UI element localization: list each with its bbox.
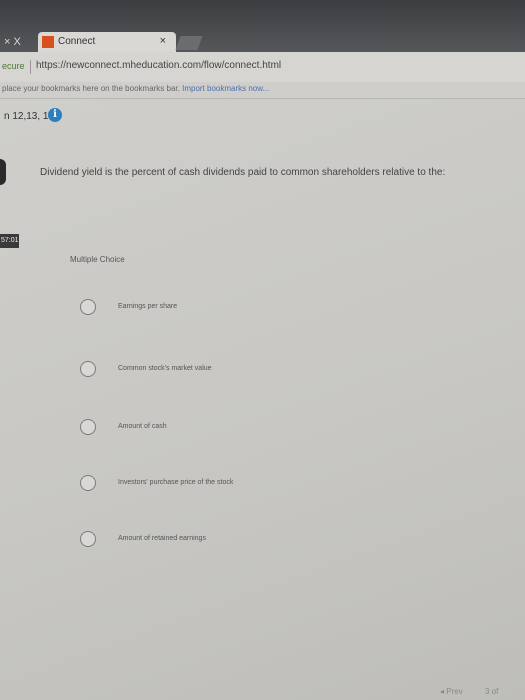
answer-option-2[interactable]: Common stock's market value <box>80 361 440 381</box>
import-bookmarks-link[interactable]: Import bookmarks now... <box>182 84 269 93</box>
browser-tab-bar: × X Connect × <box>0 0 525 52</box>
page-count: 3 of <box>485 687 499 696</box>
answer-label: Amount of retained earnings <box>118 535 206 542</box>
radio-button[interactable] <box>80 419 96 435</box>
quiz-page: n 12,13, 14 i Dividend yield is the perc… <box>0 99 525 700</box>
radio-button[interactable] <box>80 299 96 315</box>
previous-tab[interactable]: × X <box>0 33 42 52</box>
tab-close-icon[interactable]: × <box>160 35 166 47</box>
answer-label: Earnings per share <box>118 303 178 310</box>
question-prompt: Dividend yield is the percent of cash di… <box>40 167 446 178</box>
answer-option-4[interactable]: Investors' purchase price of the stock <box>80 475 440 495</box>
answer-option-5[interactable]: Amount of retained earnings <box>80 531 440 551</box>
tab-title: Connect <box>58 36 96 47</box>
address-bar[interactable]: ecure https://newconnect.mheducation.com… <box>0 52 525 83</box>
question-numbers: n 12,13, 14 <box>4 111 55 122</box>
radio-button[interactable] <box>80 475 96 491</box>
secure-indicator[interactable]: ecure <box>2 61 25 71</box>
question-type-label: Multiple Choice <box>70 255 125 264</box>
answer-label: Common stock's market value <box>118 365 212 372</box>
radio-button[interactable] <box>80 531 96 547</box>
bookmarks-bar: place your bookmarks here on the bookmar… <box>0 82 525 99</box>
side-handle[interactable] <box>0 159 6 185</box>
timer-badge: 57:01 <box>0 234 19 248</box>
connect-favicon-icon <box>42 36 54 48</box>
answer-option-1[interactable]: Earnings per share <box>80 299 440 319</box>
radio-button[interactable] <box>80 361 96 377</box>
tab-connect[interactable]: Connect × <box>38 32 176 52</box>
bookmarks-prompt: place your bookmarks here on the bookmar… <box>2 84 269 93</box>
answer-label: Amount of cash <box>118 423 167 430</box>
url-text[interactable]: https://newconnect.mheducation.com/flow/… <box>36 60 281 71</box>
url-divider <box>30 60 31 74</box>
answer-option-3[interactable]: Amount of cash <box>80 419 440 439</box>
new-tab-button[interactable] <box>175 36 203 50</box>
bookmarks-prompt-text: place your bookmarks here on the bookmar… <box>2 84 180 93</box>
info-icon[interactable]: i <box>48 108 62 122</box>
answer-label: Investors' purchase price of the stock <box>118 479 234 486</box>
prev-button[interactable]: ◂ Prev <box>440 687 463 696</box>
